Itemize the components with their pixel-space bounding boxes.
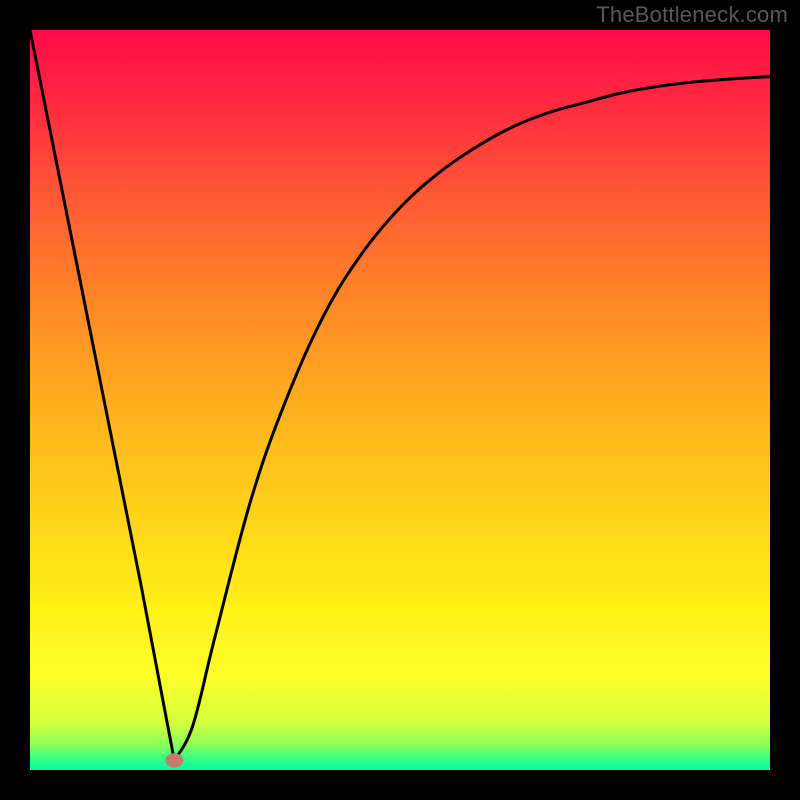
plot-area: [30, 30, 770, 770]
optimal-marker: [165, 753, 183, 767]
plot-svg: [30, 30, 770, 770]
chart-frame: TheBottleneck.com: [0, 0, 800, 800]
watermark-text: TheBottleneck.com: [596, 2, 788, 28]
gradient-background: [30, 30, 770, 770]
